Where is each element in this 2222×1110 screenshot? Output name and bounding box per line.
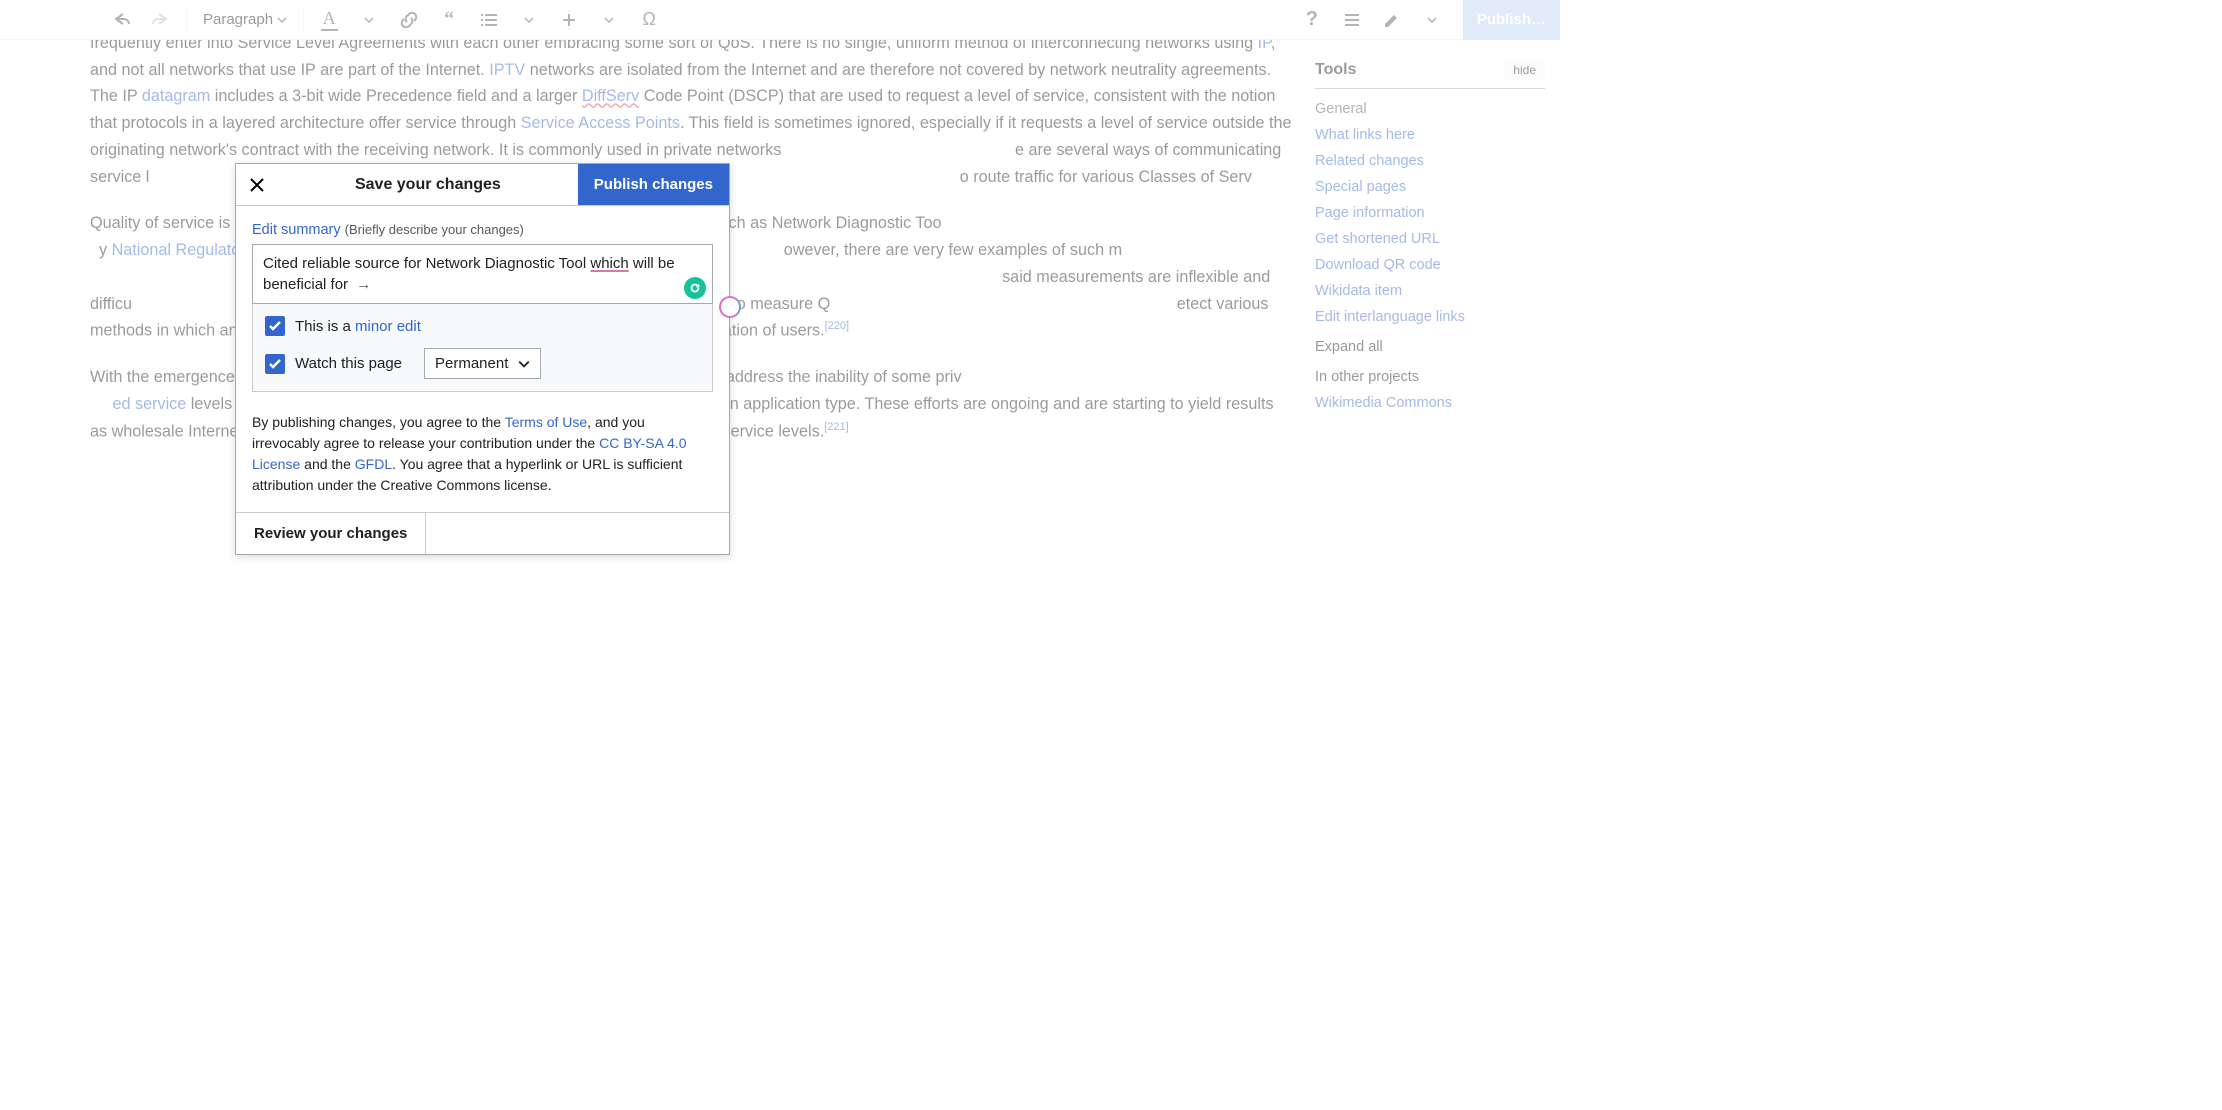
review-changes-button[interactable]: Review your changes: [236, 513, 426, 554]
legal-text: By publishing changes, you agree to the …: [236, 402, 729, 512]
edit-summary-input[interactable]: Cited reliable source for Network Diagno…: [252, 244, 713, 304]
terms-link[interactable]: Terms of Use: [505, 414, 587, 430]
minor-edit-checkbox[interactable]: [265, 316, 285, 336]
loading-ring-icon: [719, 296, 741, 318]
close-dialog-button[interactable]: [236, 164, 278, 205]
gfdl-link[interactable]: GFDL: [355, 456, 392, 472]
grammarly-icon[interactable]: [684, 277, 706, 299]
publish-changes-button[interactable]: Publish changes: [578, 164, 729, 205]
edit-summary-link[interactable]: Edit summary: [252, 222, 341, 238]
watch-page-checkbox[interactable]: [265, 354, 285, 374]
chevron-down-icon: [518, 358, 530, 370]
watch-duration-select[interactable]: Permanent: [424, 348, 541, 379]
save-dialog: Save your changes Publish changes Edit s…: [235, 163, 730, 555]
summary-hint: (Briefly describe your changes): [345, 222, 524, 237]
arrow-icon: →: [356, 276, 371, 293]
modal-overlay: Save your changes Publish changes Edit s…: [0, 0, 1560, 780]
dialog-title: Save your changes: [278, 164, 578, 205]
minor-edit-link[interactable]: minor edit: [355, 318, 421, 335]
watch-page-label: Watch this page: [295, 355, 402, 372]
